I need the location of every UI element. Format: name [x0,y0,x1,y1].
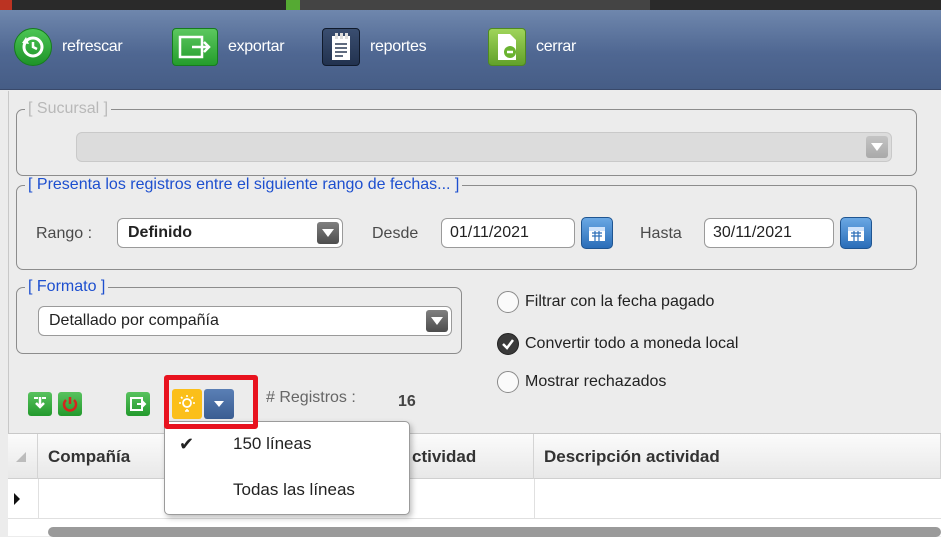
refresh-icon [14,28,52,66]
add-row-button[interactable] [28,392,52,416]
branch-combo[interactable] [76,132,892,162]
export-icon [172,28,218,66]
chevron-down-icon [426,310,448,332]
records-count: 16 [398,393,416,410]
close-label: cerrar [536,38,576,55]
top-strip-accent-red [0,0,12,10]
from-date-value: 01/11/2021 [450,224,529,241]
top-strip-tab [300,0,650,10]
window-top-strip [0,0,941,10]
chevron-down-icon [214,401,224,407]
row-selector-header [8,434,38,479]
check-icon: ✔ [179,433,195,454]
show-rejected-checkbox[interactable]: Mostrar rechazados [497,371,666,393]
range-label: Rango : [36,225,93,242]
from-label: Desde [372,225,419,242]
refresh-label: refrescar [62,38,123,55]
reports-label: reportes [370,38,427,55]
corner-triangle-icon [16,451,26,462]
chevron-down-icon [317,222,339,244]
menu-item-all-lines[interactable]: Todas las líneas [165,470,409,510]
convert-local-currency-checkbox[interactable]: Convertir todo a moneda local [497,333,738,355]
menu-item-label: 150 líneas [233,434,312,453]
lines-dropdown-toggle[interactable] [204,389,234,419]
calendar-icon [589,227,605,241]
convert-local-currency-label: Convertir todo a moneda local [525,335,739,352]
column-divider [38,479,39,519]
filter-paid-date-checkbox[interactable]: Filtrar con la fecha pagado [497,291,714,313]
records-label: # Registros : [266,389,356,406]
show-rejected-label: Mostrar rechazados [525,373,667,390]
format-value: Detallado por compañía [49,312,219,329]
refresh-button[interactable]: refrescar [14,27,123,67]
export-grid-button[interactable] [126,392,150,416]
menu-item-150-lines[interactable]: ✔ 150 líneas [165,424,409,464]
lines-menu: ✔ 150 líneas Todas las líneas [164,421,410,515]
chevron-down-icon [866,136,888,158]
reports-icon [322,28,360,66]
to-calendar-button[interactable] [840,217,872,249]
top-strip-accent-green [286,0,300,10]
close-button[interactable]: cerrar [488,27,576,67]
to-label: Hasta [640,225,682,242]
export-label: exportar [228,38,285,55]
insert-down-icon [34,397,46,409]
grid-header: Compañía ctividad Descripción actividad [8,434,941,479]
main-toolbar: refrescar exportar reportes cerrar [0,10,941,90]
calendar-icon [848,227,864,241]
range-value: Definido [128,224,192,241]
to-date-field[interactable]: 30/11/2021 [704,218,834,248]
reports-button[interactable]: reportes [322,27,427,67]
lines-limit-button[interactable] [172,389,202,419]
checkbox-indicator [497,333,519,355]
branch-legend: [ Sucursal ] [28,100,109,117]
export-icon [130,397,147,411]
to-date-value: 30/11/2021 [713,224,792,241]
lightbulb-icon [179,395,195,412]
menu-item-label: Todas las líneas [233,480,355,499]
checkbox-indicator [497,371,519,393]
power-button[interactable] [58,392,82,416]
filter-paid-date-label: Filtrar con la fecha pagado [525,293,715,310]
table-row[interactable] [8,479,941,519]
column-divider [534,479,535,519]
records-grid: Compañía ctividad Descripción actividad [8,433,941,537]
current-row-icon [14,493,20,505]
date-range-legend: [ Presenta los registros entre el siguie… [28,176,460,193]
from-calendar-button[interactable] [581,217,613,249]
close-document-icon [488,28,526,66]
format-legend: [ Formato ] [28,278,106,295]
export-button[interactable]: exportar [172,27,285,67]
from-date-field[interactable]: 01/11/2021 [441,218,575,248]
checkbox-indicator [497,291,519,313]
power-icon [62,397,78,412]
column-header-activity-description[interactable]: Descripción actividad [534,434,941,479]
format-combo[interactable]: Detallado por compañía [38,306,452,336]
checkmark-icon [502,339,514,350]
range-combo[interactable]: Definido [117,218,343,248]
